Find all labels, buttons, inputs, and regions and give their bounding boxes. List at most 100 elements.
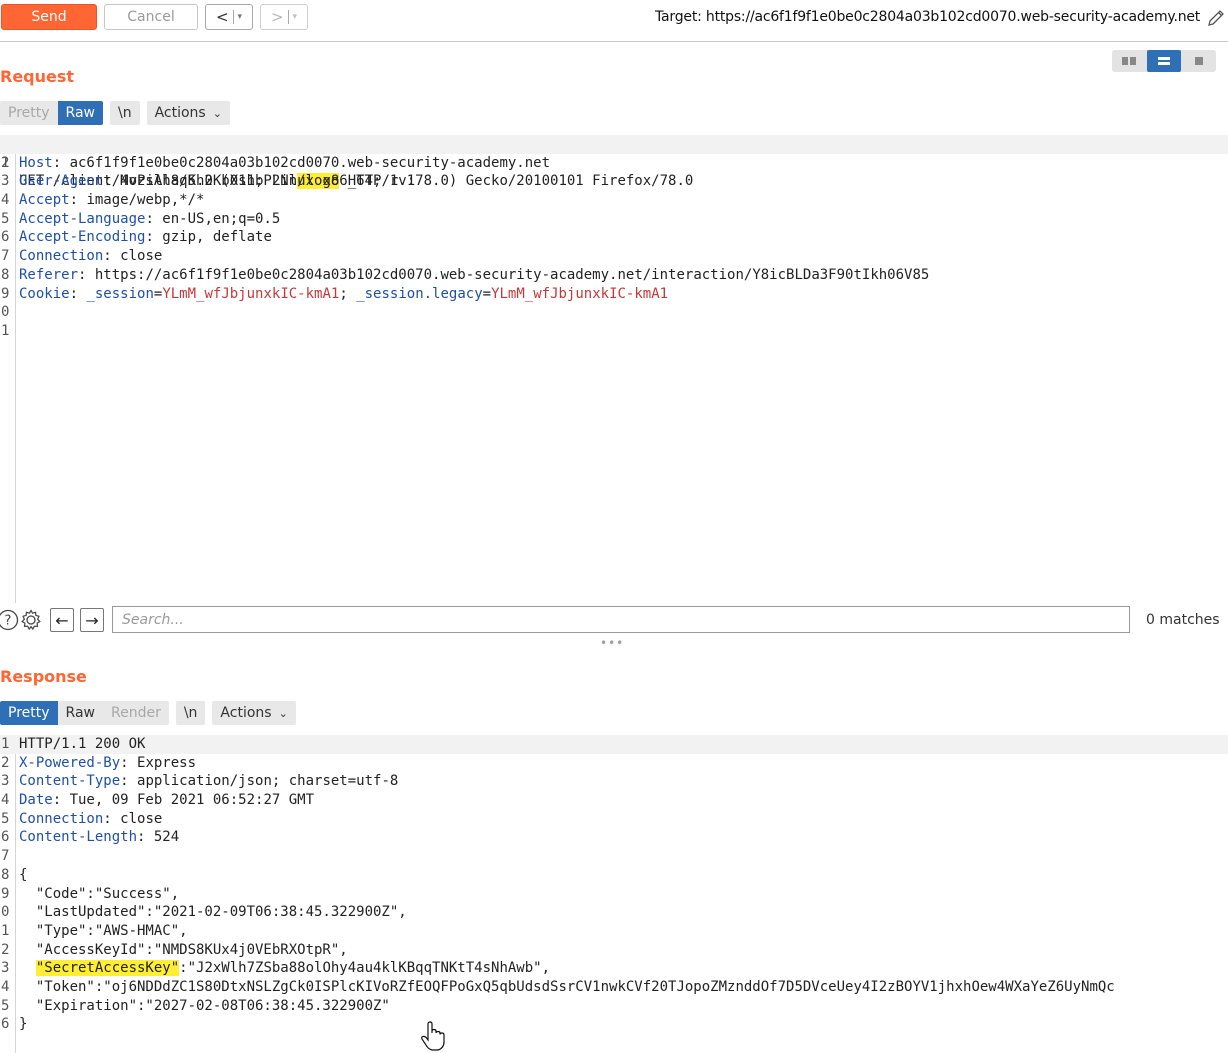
- status-line: 1 HTTP/1.1 200 OK: [0, 735, 1228, 754]
- edit-target-icon[interactable]: [1206, 8, 1226, 28]
- json-line: 1 "Type":"AWS-HMAC",: [0, 922, 1228, 941]
- status-line-text: HTTP/1.1 200 OK: [19, 736, 146, 752]
- cookie-value: YLmM_wfJbjunxkIC-kmA1: [491, 285, 669, 302]
- empty-line: 0: [0, 303, 1228, 322]
- cancel-button[interactable]: Cancel: [104, 4, 198, 30]
- toolbar: Send Cancel < ▾ > ▾ Target: https://ac6f1f…: [0, 0, 1228, 42]
- chevron-down-icon: ⌄: [278, 706, 288, 720]
- header-value: en-US,en;q=0.5: [162, 210, 281, 227]
- line-number: 4: [1, 792, 10, 809]
- line-number: 2: [1, 754, 10, 771]
- request-actions-menu[interactable]: Actions ⌄: [146, 101, 230, 125]
- response-tab-raw[interactable]: Raw: [57, 701, 103, 725]
- gear-icon[interactable]: [19, 608, 43, 632]
- response-tab-pretty[interactable]: Pretty: [0, 701, 58, 725]
- response-actions-menu[interactable]: Actions ⌄: [212, 701, 296, 725]
- request-newline-toggle[interactable]: \n: [109, 101, 140, 125]
- line-number: 4: [1, 192, 10, 209]
- header-line: 5 Accept-Language: en-US,en;q=0.5: [1, 210, 281, 227]
- json-line: 2 "AccessKeyId":"NMDS8KUx4j0VEbRXOtpR",: [0, 941, 1228, 960]
- layout-stacked-icon[interactable]: [1146, 50, 1182, 72]
- json-line: 9 "Code":"Success",: [0, 885, 1228, 904]
- line-number: 7: [1, 248, 10, 265]
- history-forward-button[interactable]: > ▾: [260, 4, 308, 30]
- line-number: 9: [1, 885, 10, 902]
- json-line: 4 "Token":"oj6NDDdZC1S80DtxNSLZgCk0ISPlc…: [0, 978, 1228, 997]
- header-name: Accept-Encoding: [19, 229, 146, 246]
- previous-match-button[interactable]: ←: [50, 608, 74, 632]
- chevron-down-icon: ▾: [292, 12, 298, 22]
- layout-side-by-side-icon[interactable]: [1112, 50, 1147, 72]
- line-number: 7: [1, 848, 10, 865]
- cookie-separator: ;: [339, 285, 357, 302]
- header-line: 2 Host: ac6f1f9f1e0be0c2804a03b102cd0070.…: [1, 154, 551, 171]
- layout-tabbed-icon[interactable]: [1181, 50, 1216, 72]
- json-text: "Type":"AWS-HMAC",: [19, 922, 188, 939]
- response-newline-toggle[interactable]: \n: [175, 701, 206, 725]
- json-text: "LastUpdated":"2021-02-09T06:38:45.32290…: [19, 904, 407, 921]
- line-number: 0: [1, 904, 10, 921]
- line-number: 3: [1, 960, 10, 977]
- json-close-brace: }: [19, 1016, 28, 1033]
- search-input[interactable]: [112, 606, 1130, 633]
- header-value: image/webp,*/*: [86, 192, 205, 209]
- match-count: 0 matches: [1146, 612, 1220, 628]
- request-line: 1 GET /client/4vPsAh8qKh2Kb0shbP2Nl/logo…: [0, 135, 1228, 190]
- chevron-down-icon: ▾: [237, 12, 243, 22]
- header-value: 524: [153, 829, 180, 846]
- response-tab-render[interactable]: Render: [102, 701, 169, 725]
- pane-splitter-handle[interactable]: •••: [600, 636, 624, 650]
- header-line: 3 User-Agent: Mozilla/5.0 (X11; Linux x86…: [1, 173, 694, 190]
- line-number: 1: [1, 322, 10, 339]
- header-name: Content-Length: [19, 829, 138, 846]
- target-label: Target:: [655, 9, 706, 25]
- header-line: 7 Connection: close: [1, 248, 163, 265]
- request-view-tabs: Pretty Raw \n Actions ⌄: [0, 101, 237, 125]
- json-line: 5 "Expiration":"2027-02-08T06:38:45.3229…: [0, 997, 1228, 1016]
- target-display: Target: https://ac6f1f9f1e0be0c2804a03b1…: [655, 9, 1200, 25]
- header-value: application/json; charset=utf-8: [137, 773, 399, 790]
- back-arrow-icon: <: [215, 8, 229, 26]
- line-number: 3: [1, 773, 10, 790]
- search-highlight: "SecretAccessKey": [35, 960, 180, 977]
- send-button[interactable]: Send: [1, 4, 97, 30]
- request-actions-label: Actions: [154, 105, 206, 121]
- line-number: 9: [1, 285, 10, 302]
- header-line: 6 Accept-Encoding: gzip, deflate: [1, 229, 272, 246]
- json-line: 0 "LastUpdated":"2021-02-09T06:38:45.322…: [0, 903, 1228, 922]
- request-tab-raw[interactable]: Raw: [57, 101, 103, 125]
- history-back-button[interactable]: < ▾: [205, 4, 253, 30]
- layout-toggle: [1112, 50, 1216, 72]
- response-title: Response: [0, 667, 87, 686]
- header-name: Accept: [19, 192, 70, 209]
- line-number: 8: [1, 266, 10, 283]
- header-line: 2 X-Powered-By: Express: [1, 754, 197, 771]
- header-value: gzip, deflate: [162, 229, 272, 246]
- cookie-name: _session.legacy: [356, 285, 483, 302]
- header-name: Referer: [19, 266, 79, 283]
- header-name: User-Agent: [19, 173, 104, 190]
- line-number: 5: [1, 210, 10, 227]
- next-match-button[interactable]: →: [80, 608, 104, 632]
- line-number: 5: [1, 997, 10, 1014]
- line-number: 6: [1, 229, 10, 246]
- header-name: Accept-Language: [19, 210, 146, 227]
- header-name: Connection: [19, 248, 104, 265]
- request-tab-pretty[interactable]: Pretty: [0, 101, 58, 125]
- json-text: :"J2xWlh7ZSba88olOhy4au4klKBqqTNKtT4sNhA…: [179, 960, 551, 977]
- request-editor[interactable]: 1 GET /client/4vPsAh8qKh2Kb0shbP2Nl/logo…: [0, 135, 1228, 603]
- response-view-tabs: Pretty Raw Render \n Actions ⌄: [0, 701, 303, 725]
- help-icon[interactable]: ?: [0, 608, 20, 632]
- header-name: Cookie: [19, 285, 70, 302]
- header-name: Content-Type: [19, 773, 121, 790]
- response-actions-label: Actions: [220, 705, 272, 721]
- header-line: 4 Date: Tue, 09 Feb 2021 06:52:27 GMT: [1, 792, 315, 809]
- search-bar: ? ← → 0 matches: [0, 605, 1228, 633]
- response-editor[interactable]: 1 HTTP/1.1 200 OK 2 X-Powered-By: Express …: [0, 735, 1228, 1053]
- line-number: 2: [1, 941, 10, 958]
- header-line: 6 Content-Length: 524: [1, 829, 180, 846]
- chevron-down-icon: ⌄: [212, 106, 222, 120]
- svg-text:?: ?: [5, 614, 12, 629]
- line-number: 3: [1, 173, 10, 190]
- json-line: 3 "SecretAccessKey":"J2xWlh7ZSba88olOhy4…: [0, 959, 1228, 978]
